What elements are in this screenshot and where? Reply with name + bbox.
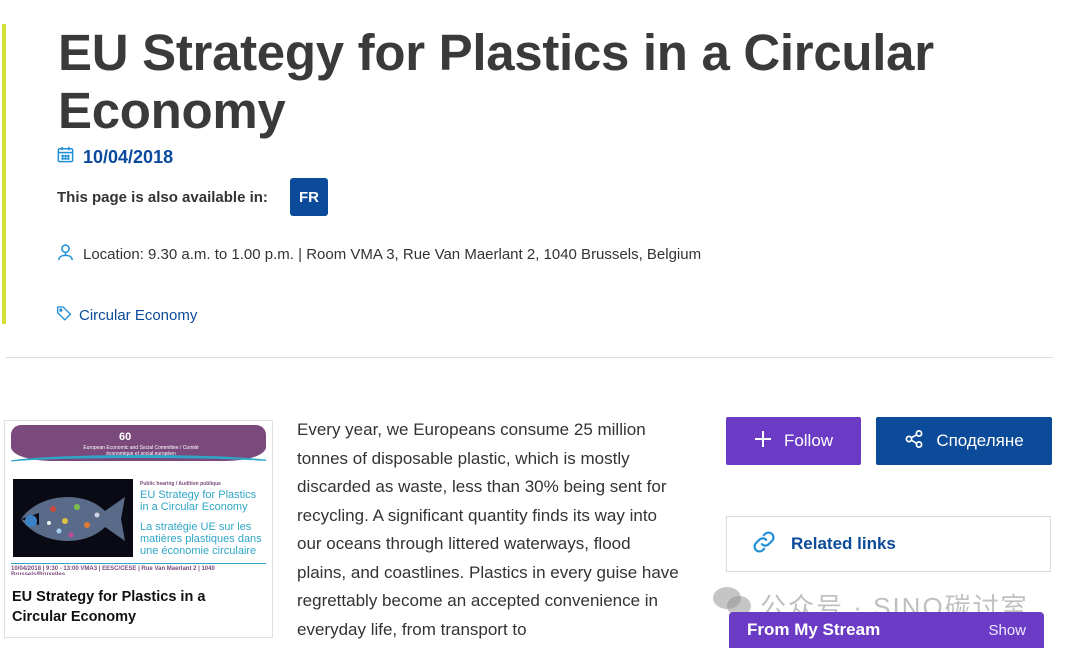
- language-button-fr[interactable]: FR: [290, 178, 328, 216]
- share-icon: [904, 429, 924, 454]
- from-my-stream-panel: From My Stream Show: [729, 612, 1044, 648]
- event-poster-image: 60 European Economic and Social Committe…: [11, 425, 266, 575]
- stream-show-button[interactable]: Show: [988, 622, 1026, 639]
- related-links-label: Related links: [791, 534, 896, 553]
- availability-label: This page is also available in:: [57, 188, 268, 206]
- poster-organization: European Economic and Social Committee /…: [83, 445, 199, 457]
- link-chain-icon: [751, 529, 777, 560]
- follow-label: Follow: [783, 431, 834, 450]
- poster-title-en: EU Strategy for Plastics in a Circular E…: [140, 489, 257, 513]
- share-label: Споделяне: [936, 431, 1024, 450]
- location-pin-icon: [56, 242, 75, 266]
- poster-hearing-label: Public hearing / Audition publique: [140, 481, 221, 487]
- topic-tag: Circular Economy: [56, 305, 197, 326]
- related-links-toggle[interactable]: Related links: [726, 516, 1051, 572]
- event-location: Location: 9.30 a.m. to 1.00 p.m. | Room …: [56, 242, 701, 266]
- poster-footer: 10/04/2018 | 9:30 - 13:00 VMA3 | EESC/CE…: [11, 563, 266, 575]
- language-availability: This page is also available in: FR: [57, 178, 328, 216]
- accent-bar: [2, 24, 6, 324]
- tag-link-circular-economy[interactable]: Circular Economy: [79, 307, 197, 324]
- poster-anniversary-number: 60: [119, 431, 132, 443]
- page-title: EU Strategy for Plastics in a Circular E…: [58, 24, 934, 139]
- stream-title: From My Stream: [747, 620, 881, 639]
- follow-button[interactable]: Follow: [726, 417, 861, 465]
- event-date: 10/04/2018: [56, 145, 173, 169]
- card-title: EU Strategy for Plastics in a Circular E…: [12, 589, 206, 625]
- poster-title-fr: La stratégie UE sur les matières plastiq…: [140, 521, 262, 557]
- event-description: Every year, we Europeans consume 25 mill…: [297, 420, 679, 639]
- poster-wave: [11, 455, 266, 472]
- event-poster-card[interactable]: 60 European Economic and Social Committe…: [4, 420, 273, 638]
- tag-icon: [56, 305, 72, 326]
- plus-icon: [754, 430, 772, 453]
- section-divider: [6, 357, 1053, 358]
- plastic-fish-illustration: [13, 479, 133, 557]
- date-text: 10/04/2018: [83, 146, 174, 167]
- calendar-icon: [56, 145, 75, 169]
- location-text: Location: 9.30 a.m. to 1.00 p.m. | Room …: [83, 245, 702, 263]
- share-button[interactable]: Споделяне: [876, 417, 1052, 465]
